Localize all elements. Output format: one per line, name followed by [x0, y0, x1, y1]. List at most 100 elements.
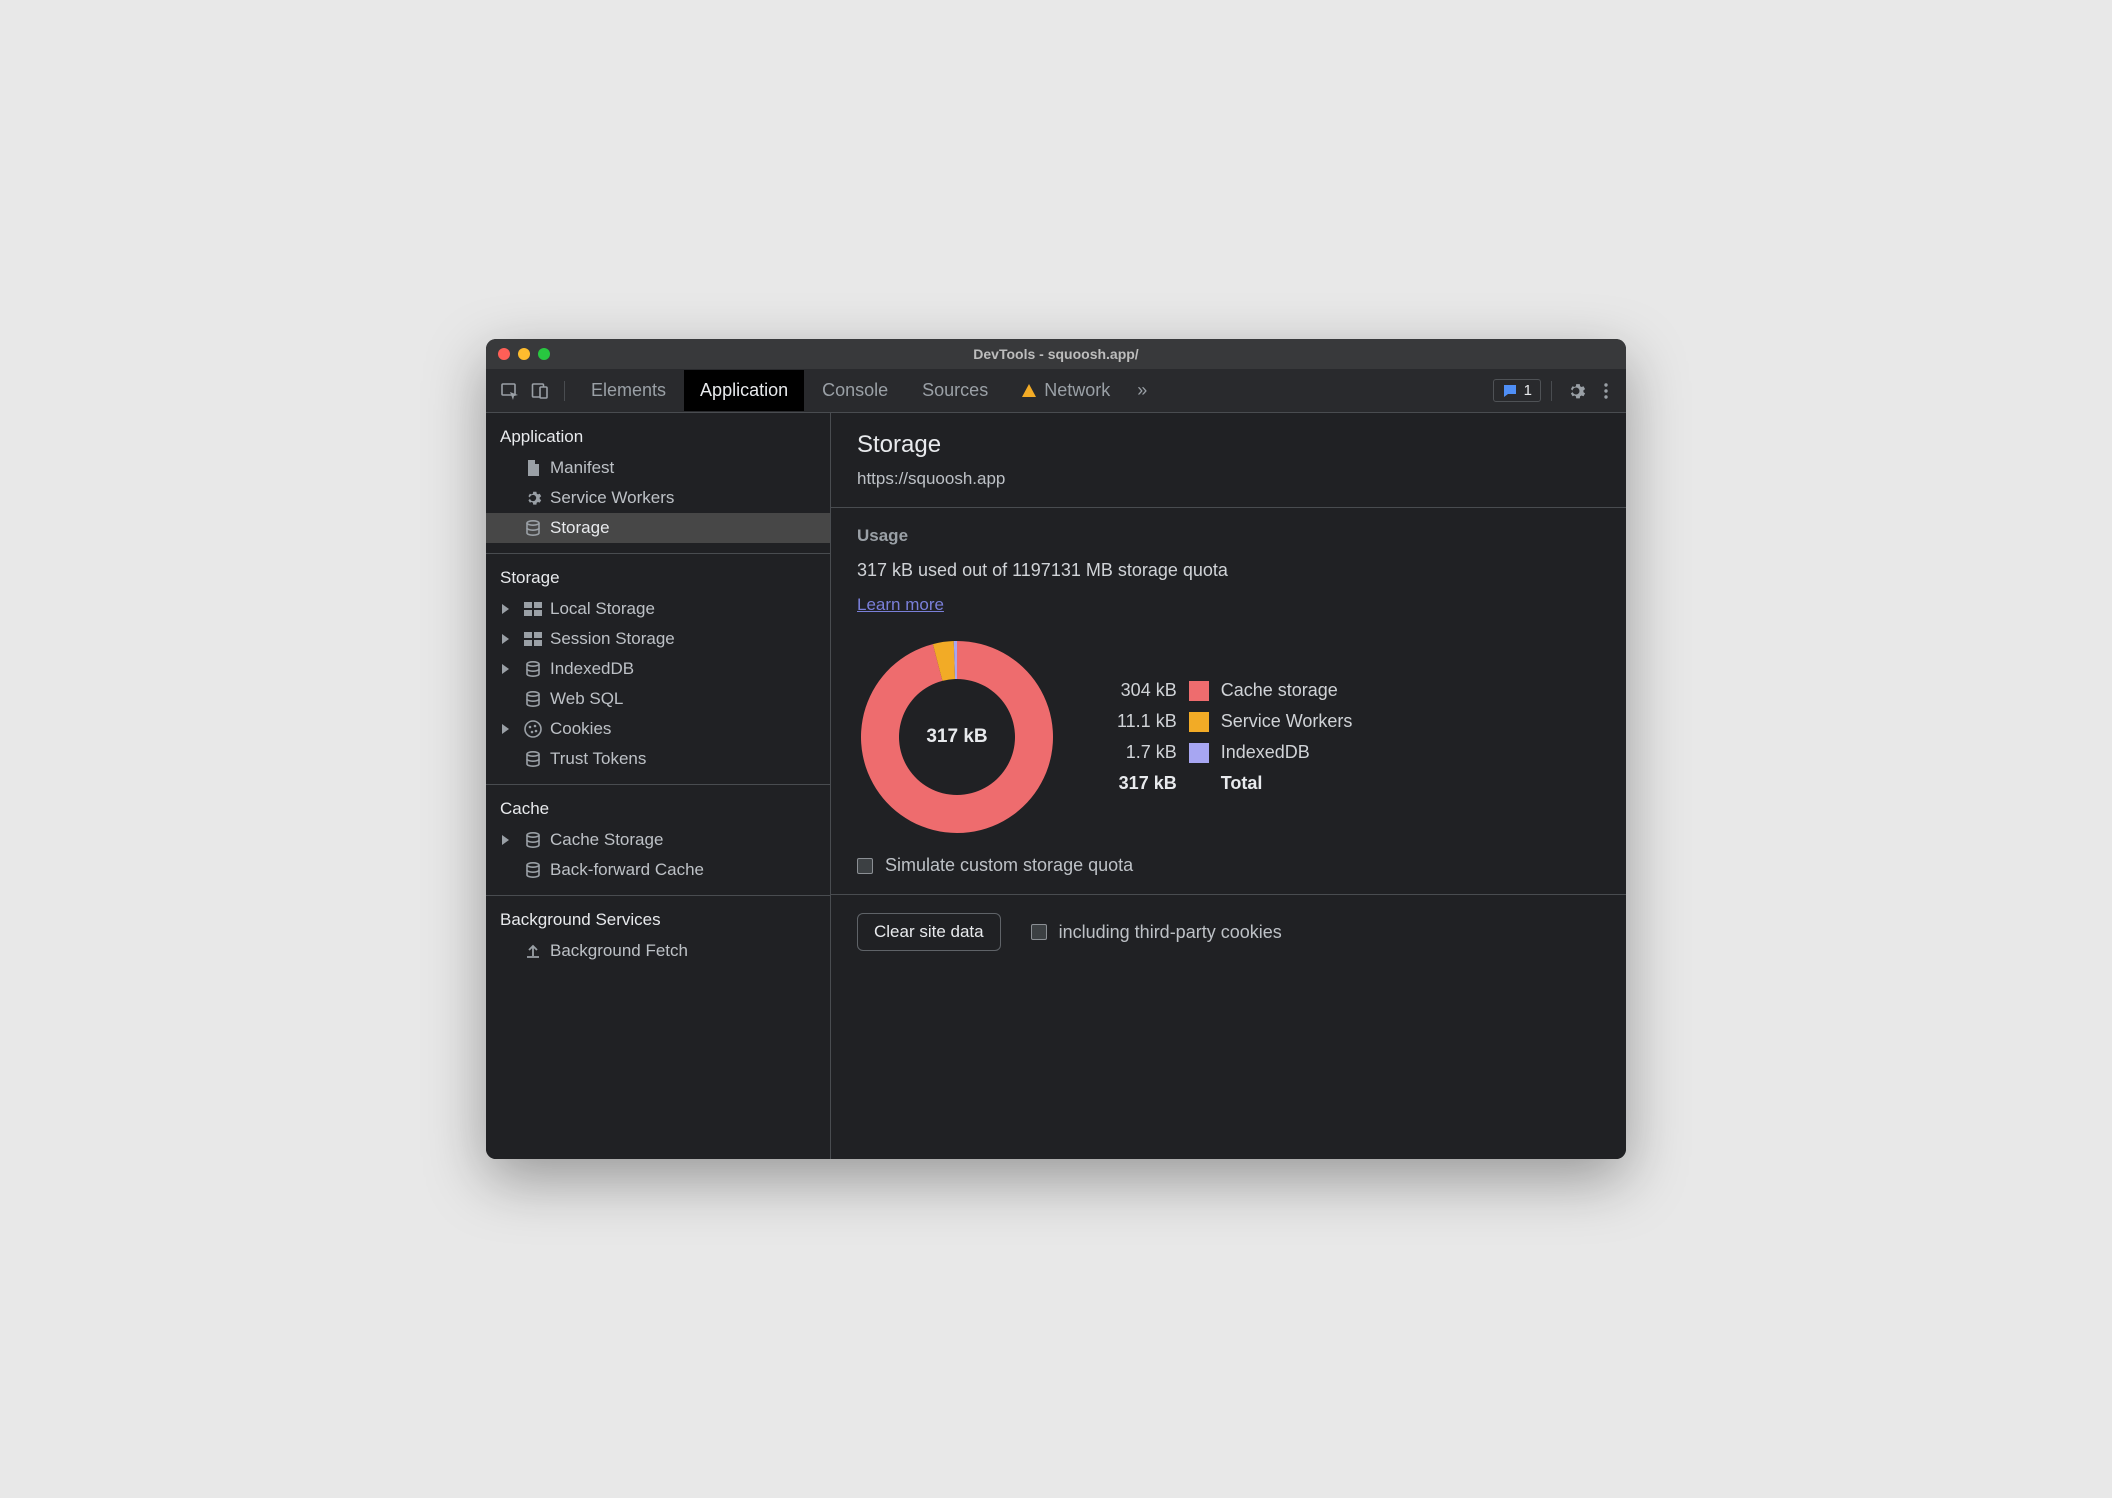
legend-value: 304 kB: [1117, 680, 1177, 701]
panel-header: Storage https://squoosh.app: [831, 413, 1626, 508]
sidebar-item-label: IndexedDB: [550, 659, 634, 679]
legend-swatch: [1189, 743, 1209, 763]
sidebar-item-label: Session Storage: [550, 629, 675, 649]
more-tabs-icon[interactable]: »: [1128, 377, 1156, 405]
legend-label: Service Workers: [1221, 711, 1353, 732]
sidebar-item-local-storage[interactable]: Local Storage: [486, 594, 830, 624]
sidebar-header: Background Services: [486, 906, 830, 936]
checkbox-label: Simulate custom storage quota: [885, 855, 1133, 876]
sidebar-item-label: Storage: [550, 518, 610, 538]
chevron-right-icon: [502, 604, 509, 614]
database-icon: [524, 519, 542, 537]
sidebar-item-label: Cookies: [550, 719, 611, 739]
sidebar-item-bf-cache[interactable]: Back-forward Cache: [486, 855, 830, 885]
sidebar-item-label: Web SQL: [550, 689, 623, 709]
window-title: DevTools - squoosh.app/: [486, 346, 1626, 362]
sidebar-item-label: Back-forward Cache: [550, 860, 704, 880]
inspect-element-icon[interactable]: [496, 377, 524, 405]
legend-value: 11.1 kB: [1117, 711, 1177, 732]
usage-legend: 304 kB Cache storage 11.1 kB Service Wor…: [1117, 680, 1352, 794]
usage-text: 317 kB used out of 1197131 MB storage qu…: [857, 560, 1600, 581]
sidebar-item-manifest[interactable]: Manifest: [486, 453, 830, 483]
sidebar-item-session-storage[interactable]: Session Storage: [486, 624, 830, 654]
window-minimize-button[interactable]: [518, 348, 530, 360]
sidebar-item-indexeddb[interactable]: IndexedDB: [486, 654, 830, 684]
window-close-button[interactable]: [498, 348, 510, 360]
devtools-window: DevTools - squoosh.app/ Elements Applica…: [486, 339, 1626, 1159]
usage-heading: Usage: [857, 526, 1600, 546]
issues-count: 1: [1524, 382, 1532, 399]
checkbox-label: including third-party cookies: [1059, 922, 1282, 943]
tab-sources[interactable]: Sources: [906, 370, 1004, 411]
gear-icon: [524, 489, 542, 507]
table-icon: [524, 630, 542, 648]
titlebar: DevTools - squoosh.app/: [486, 339, 1626, 369]
main-panel: Storage https://squoosh.app Usage 317 kB…: [831, 413, 1626, 1159]
tab-console[interactable]: Console: [806, 370, 904, 411]
sidebar-item-label: Background Fetch: [550, 941, 688, 961]
panel-title: Storage: [857, 431, 1600, 459]
tab-application[interactable]: Application: [684, 370, 804, 411]
database-icon: [524, 831, 542, 849]
sidebar-header: Storage: [486, 564, 830, 594]
sidebar-item-service-workers[interactable]: Service Workers: [486, 483, 830, 513]
legend-total-label: Total: [1221, 773, 1353, 794]
toolbar-separator: [1551, 381, 1552, 401]
sidebar: Application Manifest Service Workers: [486, 413, 831, 1159]
cookie-icon: [524, 720, 542, 738]
database-icon: [524, 690, 542, 708]
sidebar-header: Cache: [486, 795, 830, 825]
chevron-right-icon: [502, 664, 509, 674]
tab-elements[interactable]: Elements: [575, 370, 682, 411]
sidebar-item-background-fetch[interactable]: Background Fetch: [486, 936, 830, 966]
third-party-cookies-checkbox[interactable]: including third-party cookies: [1031, 922, 1282, 943]
sidebar-item-web-sql[interactable]: Web SQL: [486, 684, 830, 714]
legend-swatch: [1189, 712, 1209, 732]
sidebar-item-label: Local Storage: [550, 599, 655, 619]
legend-swatch: [1189, 681, 1209, 701]
tab-network[interactable]: Network: [1006, 370, 1126, 411]
kebab-menu-icon[interactable]: [1592, 377, 1620, 405]
sidebar-group-storage: Storage Local Storage Session Storage: [486, 554, 830, 785]
sidebar-group-application: Application Manifest Service Workers: [486, 413, 830, 554]
usage-section: Usage 317 kB used out of 1197131 MB stor…: [831, 508, 1626, 895]
toolbar-separator: [564, 381, 565, 401]
sidebar-item-label: Cache Storage: [550, 830, 663, 850]
clear-data-section: Clear site data including third-party co…: [831, 895, 1626, 969]
learn-more-link[interactable]: Learn more: [857, 595, 944, 614]
sidebar-item-storage[interactable]: Storage: [486, 513, 830, 543]
legend-label: Cache storage: [1221, 680, 1353, 701]
database-icon: [524, 660, 542, 678]
usage-chart-row: 317 kB 304 kB Cache storage 11.1 kB Serv…: [857, 637, 1600, 837]
toolbar: Elements Application Console Sources Net…: [486, 369, 1626, 413]
window-zoom-button[interactable]: [538, 348, 550, 360]
checkbox-icon: [1031, 924, 1047, 940]
clear-site-data-button[interactable]: Clear site data: [857, 913, 1001, 951]
chevron-right-icon: [502, 835, 509, 845]
sidebar-item-cache-storage[interactable]: Cache Storage: [486, 825, 830, 855]
sidebar-item-label: Trust Tokens: [550, 749, 646, 769]
traffic-lights: [498, 348, 550, 360]
sidebar-item-trust-tokens[interactable]: Trust Tokens: [486, 744, 830, 774]
settings-icon[interactable]: [1562, 377, 1590, 405]
issues-badge[interactable]: 1: [1493, 379, 1541, 402]
table-icon: [524, 600, 542, 618]
issues-icon: [1502, 383, 1518, 399]
database-icon: [524, 750, 542, 768]
device-toggle-icon[interactable]: [526, 377, 554, 405]
database-icon: [524, 861, 542, 879]
legend-label: IndexedDB: [1221, 742, 1353, 763]
sidebar-group-cache: Cache Cache Storage Back-forward Cache: [486, 785, 830, 896]
document-icon: [524, 459, 542, 477]
legend-total-value: 317 kB: [1117, 773, 1177, 794]
sidebar-item-label: Manifest: [550, 458, 614, 478]
checkbox-icon: [857, 858, 873, 874]
sidebar-item-label: Service Workers: [550, 488, 674, 508]
donut-center-value: 317 kB: [857, 637, 1057, 837]
panel-origin: https://squoosh.app: [857, 469, 1600, 489]
sidebar-item-cookies[interactable]: Cookies: [486, 714, 830, 744]
chevron-right-icon: [502, 724, 509, 734]
sidebar-header: Application: [486, 423, 830, 453]
simulate-quota-checkbox[interactable]: Simulate custom storage quota: [857, 855, 1600, 876]
sidebar-group-background-services: Background Services Background Fetch: [486, 896, 830, 976]
